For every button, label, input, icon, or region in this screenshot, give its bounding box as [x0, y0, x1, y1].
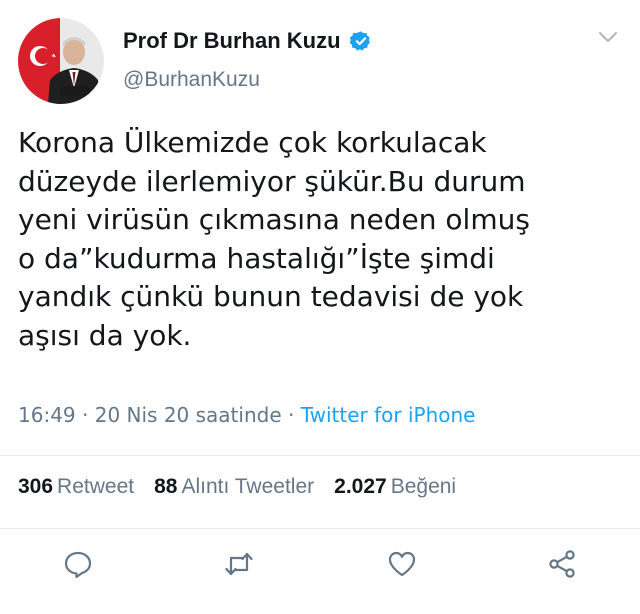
tweet-time: 16:49 — [18, 403, 76, 427]
like-icon[interactable] — [386, 548, 418, 580]
retweet-icon[interactable] — [223, 548, 255, 580]
tweet-text: Korona Ülkemizde çok korkulacak düzeyde … — [18, 126, 530, 352]
reply-icon[interactable] — [62, 548, 94, 580]
handle[interactable]: @BurhanKuzu — [123, 68, 260, 92]
chevron-down-icon[interactable] — [598, 30, 618, 44]
tweet-meta: 16:49 · 20 Nis 20 saatinde · Twitter for… — [18, 403, 475, 427]
avatar[interactable] — [18, 18, 104, 104]
verified-badge-icon — [349, 31, 370, 51]
quote-count[interactable]: 88 Alıntı Tweetler — [154, 475, 314, 499]
action-bar — [0, 540, 640, 588]
tweet-header: Prof Dr Burhan Kuzu @BurhanKuzu — [18, 18, 622, 104]
stats-row: 306 Retweet 88 Alıntı Tweetler 2.027 Beğeni — [18, 475, 476, 499]
retweet-count[interactable]: 306 Retweet — [18, 475, 134, 499]
name-row: Prof Dr Burhan Kuzu — [123, 28, 372, 54]
meta-separator: · — [75, 403, 95, 427]
display-name[interactable]: Prof Dr Burhan Kuzu — [123, 28, 341, 54]
like-count[interactable]: 2.027 Beğeni — [334, 475, 456, 499]
divider — [0, 528, 640, 529]
share-icon[interactable] — [546, 548, 578, 580]
tweet-date[interactable]: 20 Nis 20 saatinde — [95, 403, 282, 427]
divider — [0, 455, 640, 456]
meta-separator: · — [281, 403, 301, 427]
tweet-source-link[interactable]: Twitter for iPhone — [301, 403, 476, 427]
